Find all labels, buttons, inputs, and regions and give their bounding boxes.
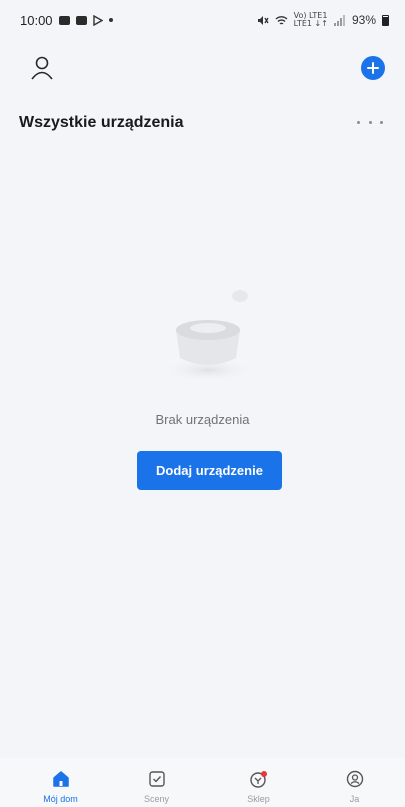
- more-dot: [368, 120, 372, 124]
- plus-icon: [367, 62, 379, 74]
- tab-my-home[interactable]: Mój dom: [10, 758, 111, 807]
- header-row: Wszystkie urządzenia: [0, 112, 405, 140]
- mute-icon: [257, 15, 269, 25]
- user-icon: [31, 56, 53, 80]
- more-dot: [357, 120, 360, 124]
- empty-state-message: Brak urządzenia: [155, 412, 250, 427]
- tab-label: Sklep: [247, 794, 270, 804]
- store-icon: [249, 771, 267, 788]
- more-options-button[interactable]: [357, 112, 383, 132]
- tab-label: Mój dom: [43, 794, 78, 804]
- profile-icon: [346, 770, 363, 788]
- user-account-button[interactable]: [28, 54, 56, 82]
- notification-dot: [260, 771, 267, 777]
- page-title: Wszystkie urządzenia: [19, 114, 184, 131]
- tab-store[interactable]: Sklep: [208, 758, 309, 807]
- status-bar-right: Vo) LTE1 LTE1 ↓↑ 93%: [257, 12, 389, 28]
- battery-icon: [382, 14, 389, 26]
- add-button[interactable]: [361, 56, 385, 80]
- more-dot: [380, 120, 383, 124]
- tab-me[interactable]: Ja: [304, 758, 405, 807]
- network-type-indicator: Vo) LTE1 LTE1 ↓↑: [293, 11, 328, 28]
- more-notifications-dot: [108, 18, 113, 22]
- bottom-tab-bar: Mój dom Sceny Sklep Ja: [0, 758, 405, 807]
- signal-icon: [333, 14, 345, 26]
- status-time: 10:00: [20, 12, 53, 28]
- home-icon: [52, 771, 69, 787]
- add-device-button[interactable]: Dodaj urządzenie: [137, 451, 282, 490]
- battery-percent: 93%: [351, 13, 376, 27]
- status-bar: 10:00 Vo) LTE1 LTE1 ↓↑ 93%: [0, 0, 405, 40]
- empty-devices-illustration: [160, 290, 256, 382]
- play-store-notification-icon: [92, 14, 103, 26]
- tab-scenes[interactable]: Sceny: [106, 758, 207, 807]
- tab-label: Ja: [349, 794, 360, 804]
- top-action-bar: [0, 52, 405, 88]
- tab-label: Sceny: [143, 794, 169, 804]
- status-bar-left: 10:00: [20, 13, 113, 28]
- gallery-notification-icon: [58, 15, 70, 25]
- wifi-icon: [275, 15, 288, 25]
- scenes-icon: [148, 771, 165, 787]
- youtube-notification-icon: [75, 15, 87, 25]
